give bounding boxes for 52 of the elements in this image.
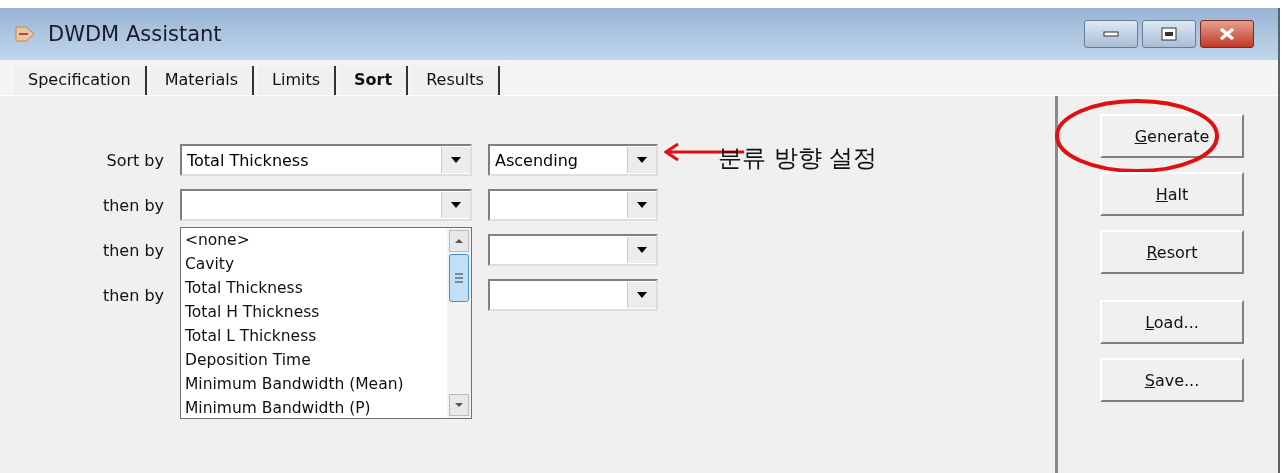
dropdown-arrow-button[interactable] xyxy=(441,192,470,218)
maximize-button[interactable] xyxy=(1142,20,1196,48)
close-icon xyxy=(1218,27,1236,41)
dropdown-arrow-button[interactable] xyxy=(627,237,656,263)
action-button[interactable]: Halt xyxy=(1100,172,1244,216)
scroll-up-icon xyxy=(449,230,469,252)
maximize-icon xyxy=(1161,27,1177,41)
sort-order-dropdown[interactable]: Ascending xyxy=(488,144,658,176)
scroll-down-icon xyxy=(449,394,469,416)
action-button[interactable]: Load... xyxy=(1100,300,1244,344)
list-option[interactable]: Cavity xyxy=(185,252,443,276)
list-option[interactable]: Minimum Bandwidth (Mean) xyxy=(185,372,443,396)
tab[interactable]: Specification xyxy=(14,66,147,95)
tab[interactable]: Materials xyxy=(150,66,255,95)
caret-icon xyxy=(637,202,647,208)
sort-order-dropdown[interactable] xyxy=(488,234,658,266)
caret-icon xyxy=(637,157,647,163)
list-option[interactable]: Total Thickness xyxy=(185,276,443,300)
field-label: then by xyxy=(101,285,164,305)
dropdown-arrow-button[interactable] xyxy=(627,282,656,308)
sort-order-dropdown[interactable] xyxy=(488,279,658,311)
dropdown-arrow-button[interactable] xyxy=(627,192,656,218)
tab[interactable]: Results xyxy=(412,66,500,95)
sort-field-dropdown[interactable] xyxy=(180,189,472,221)
scroll-thumb-icon xyxy=(449,254,469,302)
scrollbar[interactable] xyxy=(447,228,471,418)
list-option[interactable]: Total L Thickness xyxy=(185,324,443,348)
list-option[interactable]: Minimum Bandwidth (P) xyxy=(185,396,443,420)
window-title: DWDM Assistant xyxy=(48,22,223,46)
field-label: Sort by xyxy=(105,150,164,170)
caret-icon xyxy=(637,247,647,253)
sort-order-dropdown[interactable] xyxy=(488,189,658,221)
caret-icon xyxy=(637,292,647,298)
app-icon xyxy=(14,23,36,45)
field-label: then by xyxy=(101,195,164,215)
annotation-text: 분류 방향 설정 xyxy=(718,143,878,174)
action-button[interactable]: Generate xyxy=(1100,114,1244,158)
list-option[interactable]: Total H Thickness xyxy=(185,300,443,324)
action-button[interactable]: Resort xyxy=(1100,230,1244,274)
field-label: then by xyxy=(101,240,164,260)
caret-icon xyxy=(451,157,461,163)
list-option[interactable]: Deposition Time xyxy=(185,348,443,372)
action-button[interactable]: Save... xyxy=(1100,358,1244,402)
sort-field-dropdown[interactable]: Total Thickness xyxy=(180,144,472,176)
minimize-icon xyxy=(1103,31,1119,37)
caret-icon xyxy=(451,202,461,208)
list-option[interactable]: <none> xyxy=(185,228,443,252)
dropdown-arrow-button[interactable] xyxy=(627,147,656,173)
tab[interactable]: Limits xyxy=(258,66,337,95)
dropdown-arrow-button[interactable] xyxy=(441,147,470,173)
tab[interactable]: Sort xyxy=(340,66,409,95)
close-button[interactable] xyxy=(1200,20,1254,48)
